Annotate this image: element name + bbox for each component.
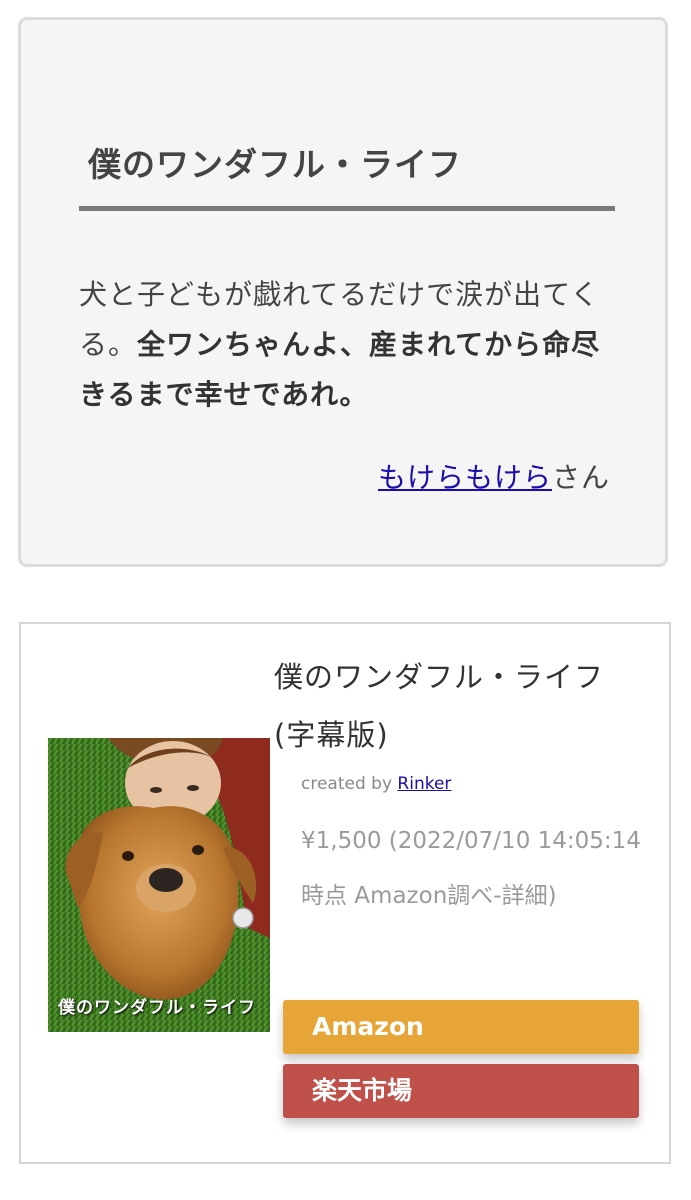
amazon-button[interactable]: Amazon xyxy=(283,1000,639,1054)
created-by: created by Rinker xyxy=(301,774,451,794)
rinker-link[interactable]: Rinker xyxy=(397,774,451,794)
title-divider xyxy=(79,206,615,211)
poster-artwork xyxy=(48,738,270,1032)
price-info: ¥1,500 (2022/07/10 14:05:14時点 Amazon調べ-詳… xyxy=(301,828,641,909)
review-author: もけらもけらさん xyxy=(378,456,610,496)
created-by-label: created by xyxy=(301,774,393,794)
movie-poster[interactable]: 僕のワンダフル・ライフ xyxy=(48,738,270,1032)
author-suffix: さん xyxy=(551,461,610,494)
review-card: 僕のワンダフル・ライフ 犬と子どもが戯れてるだけで涙が出てくる。全ワンちゃんよ、… xyxy=(18,17,668,567)
poster-caption: 僕のワンダフル・ライフ xyxy=(58,998,256,1018)
author-link[interactable]: もけらもけら xyxy=(378,461,552,494)
review-body: 犬と子どもが戯れてるだけで涙が出てくる。全ワンちゃんよ、産まれてから命尽きるまで… xyxy=(79,270,619,420)
rakuten-button[interactable]: 楽天市場 xyxy=(283,1064,639,1118)
review-title: 僕のワンダフル・ライフ xyxy=(88,145,462,184)
review-body-bold: 全ワンちゃんよ、産まれてから命尽きるまで幸せであれ。 xyxy=(79,328,601,411)
product-title[interactable]: 僕のワンダフル・ライフ (字幕版) xyxy=(274,648,654,764)
product-card: 僕のワンダフル・ライフ 僕のワンダフル・ライフ (字幕版) created by… xyxy=(19,622,671,1164)
